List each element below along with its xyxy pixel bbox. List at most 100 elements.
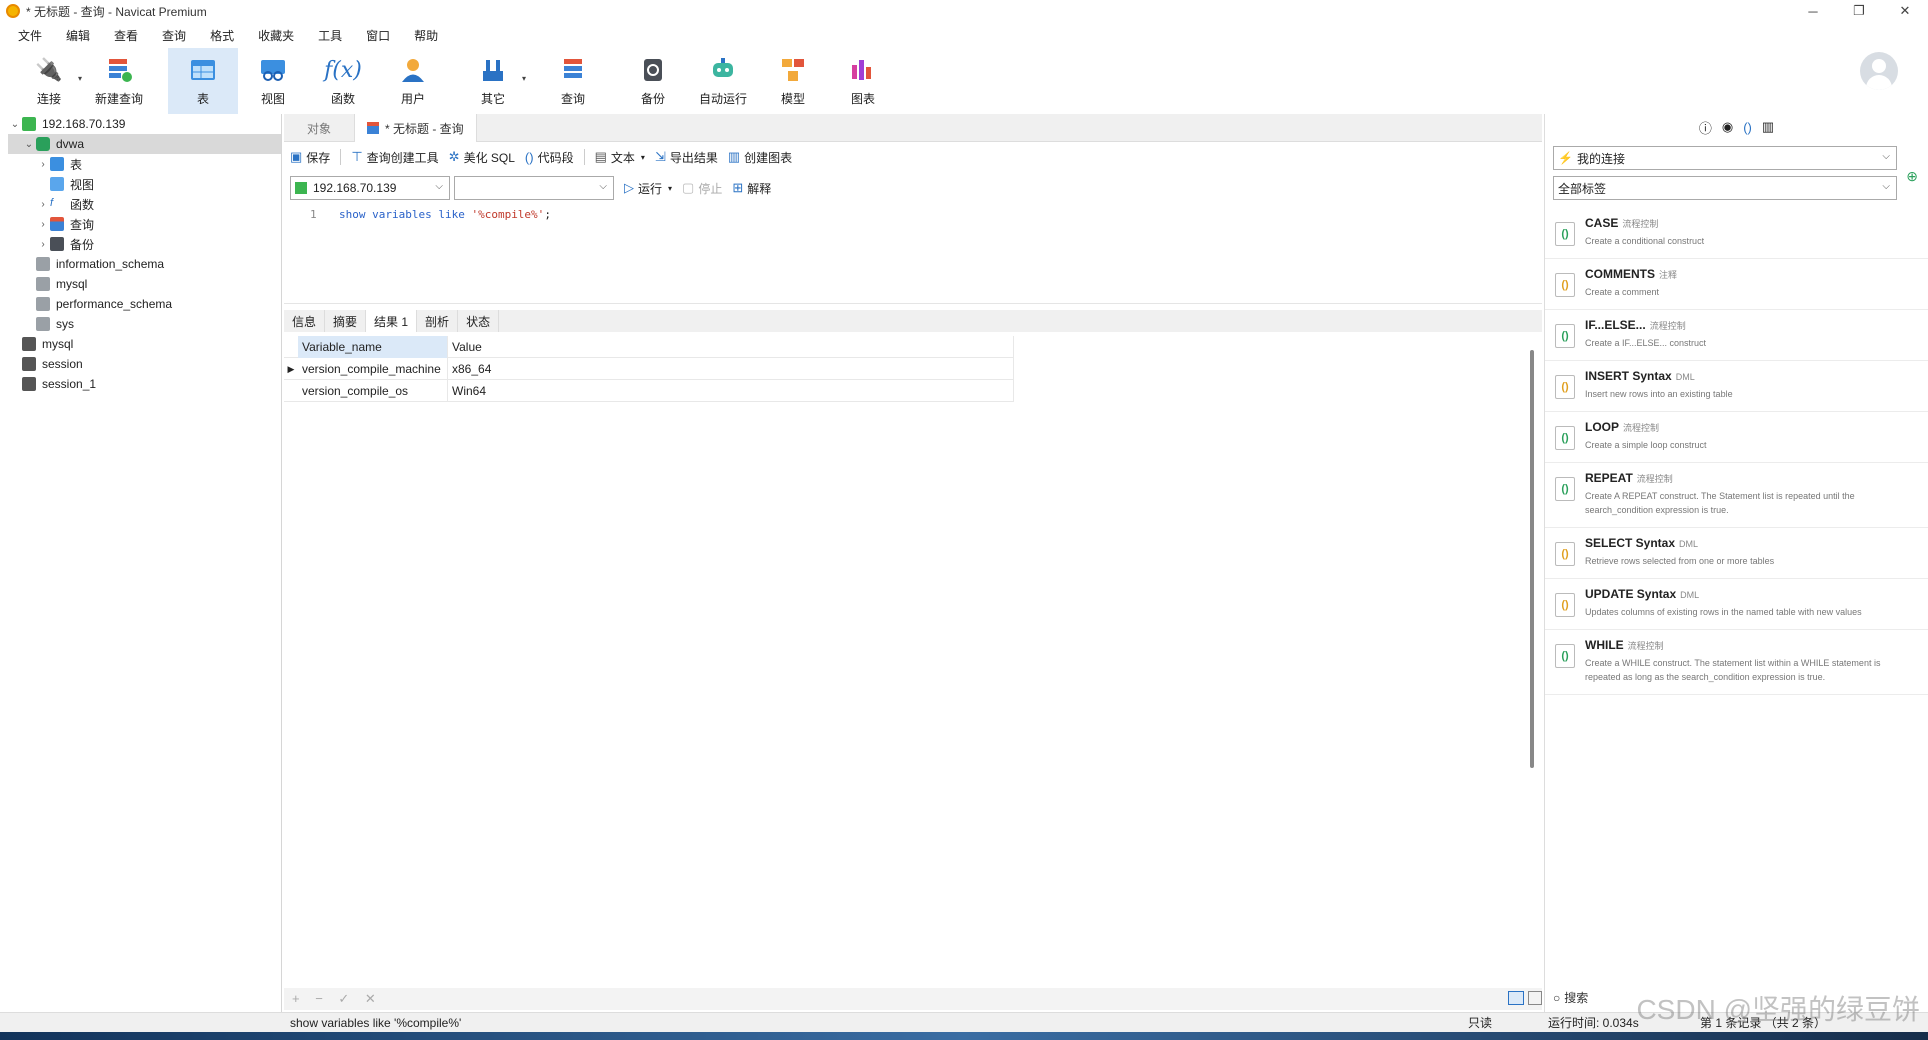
menu-file[interactable]: 文件 [6,27,54,44]
user-avatar[interactable] [1860,52,1898,90]
query-icon [50,217,64,231]
toolbar-chart-button[interactable]: 图表 [828,48,898,114]
snippet-label-select[interactable]: 全部标签 ⌵ [1553,176,1897,200]
chevron-right-icon[interactable]: › [36,219,50,230]
tab-result-1[interactable]: 结果 1 [366,310,418,332]
tab-summary[interactable]: 摘要 [325,310,367,332]
stop-button[interactable]: ▢ 停止 [682,180,722,197]
connection-select[interactable]: 192.168.70.139 ⌵ [290,176,450,200]
tree-node-connection[interactable]: ⌄ 192.168.70.139 [8,114,281,134]
form-view-icon[interactable] [1528,991,1542,1005]
tree-node-queries[interactable]: › 查询 [8,214,281,234]
chevron-right-icon[interactable]: › [36,199,50,210]
save-button[interactable]: ▣ 保存 [290,149,330,166]
menu-window[interactable]: 窗口 [354,27,402,44]
snippet-connection-select[interactable]: ⚡ 我的连接 ⌵ [1553,146,1897,170]
toolbar-model-button[interactable]: 模型 [758,48,828,114]
chevron-down-icon[interactable]: ⌄ [22,139,36,150]
chevron-down-icon[interactable]: ⌄ [8,119,22,130]
tree-node-session-1[interactable]: session_1 [8,374,281,394]
snippet-icon: () [1555,375,1575,399]
grid-view-icon[interactable] [1508,991,1524,1005]
text-button[interactable]: ▤ 文本 ▾ [595,149,645,166]
menu-format[interactable]: 格式 [198,27,246,44]
toolbar-automation-button[interactable]: 自动运行 [688,48,758,114]
tree-node-dvwa[interactable]: ⌄ dvwa [8,134,281,154]
snippet-item[interactable]: () WHILE 流程控制 Create a WHILE construct. The… [1545,630,1928,695]
navicat-logo-icon [6,4,20,18]
explain-button[interactable]: ⊞ 解释 [732,180,771,197]
toolbar-connection-button[interactable]: 🔌 连接 ▾ [14,48,84,114]
snippet-item[interactable]: () IF...ELSE... 流程控制 Create a IF...ELSE... … [1545,310,1928,361]
menu-help[interactable]: 帮助 [402,27,450,44]
tab-info[interactable]: 信息 [284,310,326,332]
toolbar-user-button[interactable]: 用户 [378,48,448,114]
export-result-button[interactable]: ⇲ 导出结果 [655,149,718,166]
toolbar-view-button[interactable]: 视图 [238,48,308,114]
snippet-icon: () [1555,542,1575,566]
snippet-item[interactable]: () CASE 流程控制 Create a conditional construct [1545,208,1928,259]
chevron-right-icon[interactable]: › [36,159,50,170]
code-snippet-button[interactable]: () 代码段 [525,149,574,166]
menu-view[interactable]: 查看 [102,27,150,44]
grid-actions[interactable]: + − ✓ ✕ [292,991,382,1007]
beautify-sql-button[interactable]: ✲ 美化 SQL [449,149,515,166]
table-cell[interactable]: x86_64 [448,358,1014,380]
run-button[interactable]: ▷ 运行 ▾ [624,180,672,197]
panel-layout-icon[interactable]: ▥ [1762,119,1774,135]
tree-node-mysql-db[interactable]: mysql [8,274,281,294]
tab-objects[interactable]: 对象 [284,114,354,142]
column-header[interactable]: Value [448,336,1014,358]
table-row[interactable]: ▶ version_compile_machine x86_64 [284,358,1014,380]
toolbar-table-button[interactable]: 表 [168,48,238,114]
database-select[interactable]: ⌵ [454,176,614,200]
menu-tools[interactable]: 工具 [306,27,354,44]
toolbar-query-button[interactable]: 查询 [538,48,608,114]
tree-node-sys[interactable]: sys [8,314,281,334]
toolbar-function-button[interactable]: f(x) 函数 [308,48,378,114]
snippet-search[interactable]: ○ 搜索 [1553,989,1588,1006]
add-snippet-icon[interactable]: ⊕ [1906,168,1918,185]
search-icon: ○ [1553,991,1561,1005]
chevron-right-icon[interactable]: › [36,239,50,250]
table-row[interactable]: version_compile_os Win64 [284,380,1014,402]
toolbar-other-button[interactable]: 其它 ▾ [458,48,528,114]
snippet-item[interactable]: () COMMENTS 注释 Create a comment [1545,259,1928,310]
tree-node-backups[interactable]: › 备份 [8,234,281,254]
snippet-item[interactable]: () INSERT Syntax DML Insert new rows into a… [1545,361,1928,412]
export-icon: ⇲ [654,149,666,164]
eye-icon[interactable]: ◉ [1722,119,1733,135]
snippet-item[interactable]: () SELECT Syntax DML Retrieve rows selected… [1545,528,1928,579]
tab-profile[interactable]: 剖析 [417,310,459,332]
toolbar-new-query-button[interactable]: 新建查询 [84,48,154,114]
tree-node-session[interactable]: session [8,354,281,374]
braces-icon[interactable]: () [1743,120,1752,135]
maximize-button[interactable]: ❐ [1836,0,1882,22]
column-header[interactable]: Variable_name [298,336,448,358]
table-cell[interactable]: version_compile_os [298,380,448,402]
tree-node-information-schema[interactable]: information_schema [8,254,281,274]
sql-editor[interactable]: 1 show variables like '%compile%'; [284,202,1542,304]
menu-query[interactable]: 查询 [150,27,198,44]
vertical-scrollbar[interactable] [1530,350,1534,768]
menu-favorites[interactable]: 收藏夹 [246,27,306,44]
create-chart-button[interactable]: ▥ 创建图表 [728,149,792,166]
table-cell[interactable]: version_compile_machine [298,358,448,380]
tree-node-views[interactable]: 视图 [8,174,281,194]
snippet-item[interactable]: () REPEAT 流程控制 Create A REPEAT construct. T… [1545,463,1928,528]
tree-node-performance-schema[interactable]: performance_schema [8,294,281,314]
info-icon[interactable]: ⓘ [1699,118,1712,137]
toolbar-backup-button[interactable]: 备份 [618,48,688,114]
menu-edit[interactable]: 编辑 [54,27,102,44]
minimize-button[interactable]: ─ [1790,0,1836,22]
tree-node-tables[interactable]: › 表 [8,154,281,174]
tab-query[interactable]: * 无标题 - 查询 [354,114,477,142]
tab-status[interactable]: 状态 [458,310,500,332]
tree-node-mysql-connection[interactable]: mysql [8,334,281,354]
table-cell[interactable]: Win64 [448,380,1014,402]
snippet-item[interactable]: () UPDATE Syntax DML Updates columns of exi… [1545,579,1928,630]
close-button[interactable]: ✕ [1882,0,1928,22]
query-builder-button[interactable]: ⊤ 查询创建工具 [351,149,438,166]
tree-node-functions[interactable]: › f 函数 [8,194,281,214]
snippet-item[interactable]: () LOOP 流程控制 Create a simple loop construct [1545,412,1928,463]
